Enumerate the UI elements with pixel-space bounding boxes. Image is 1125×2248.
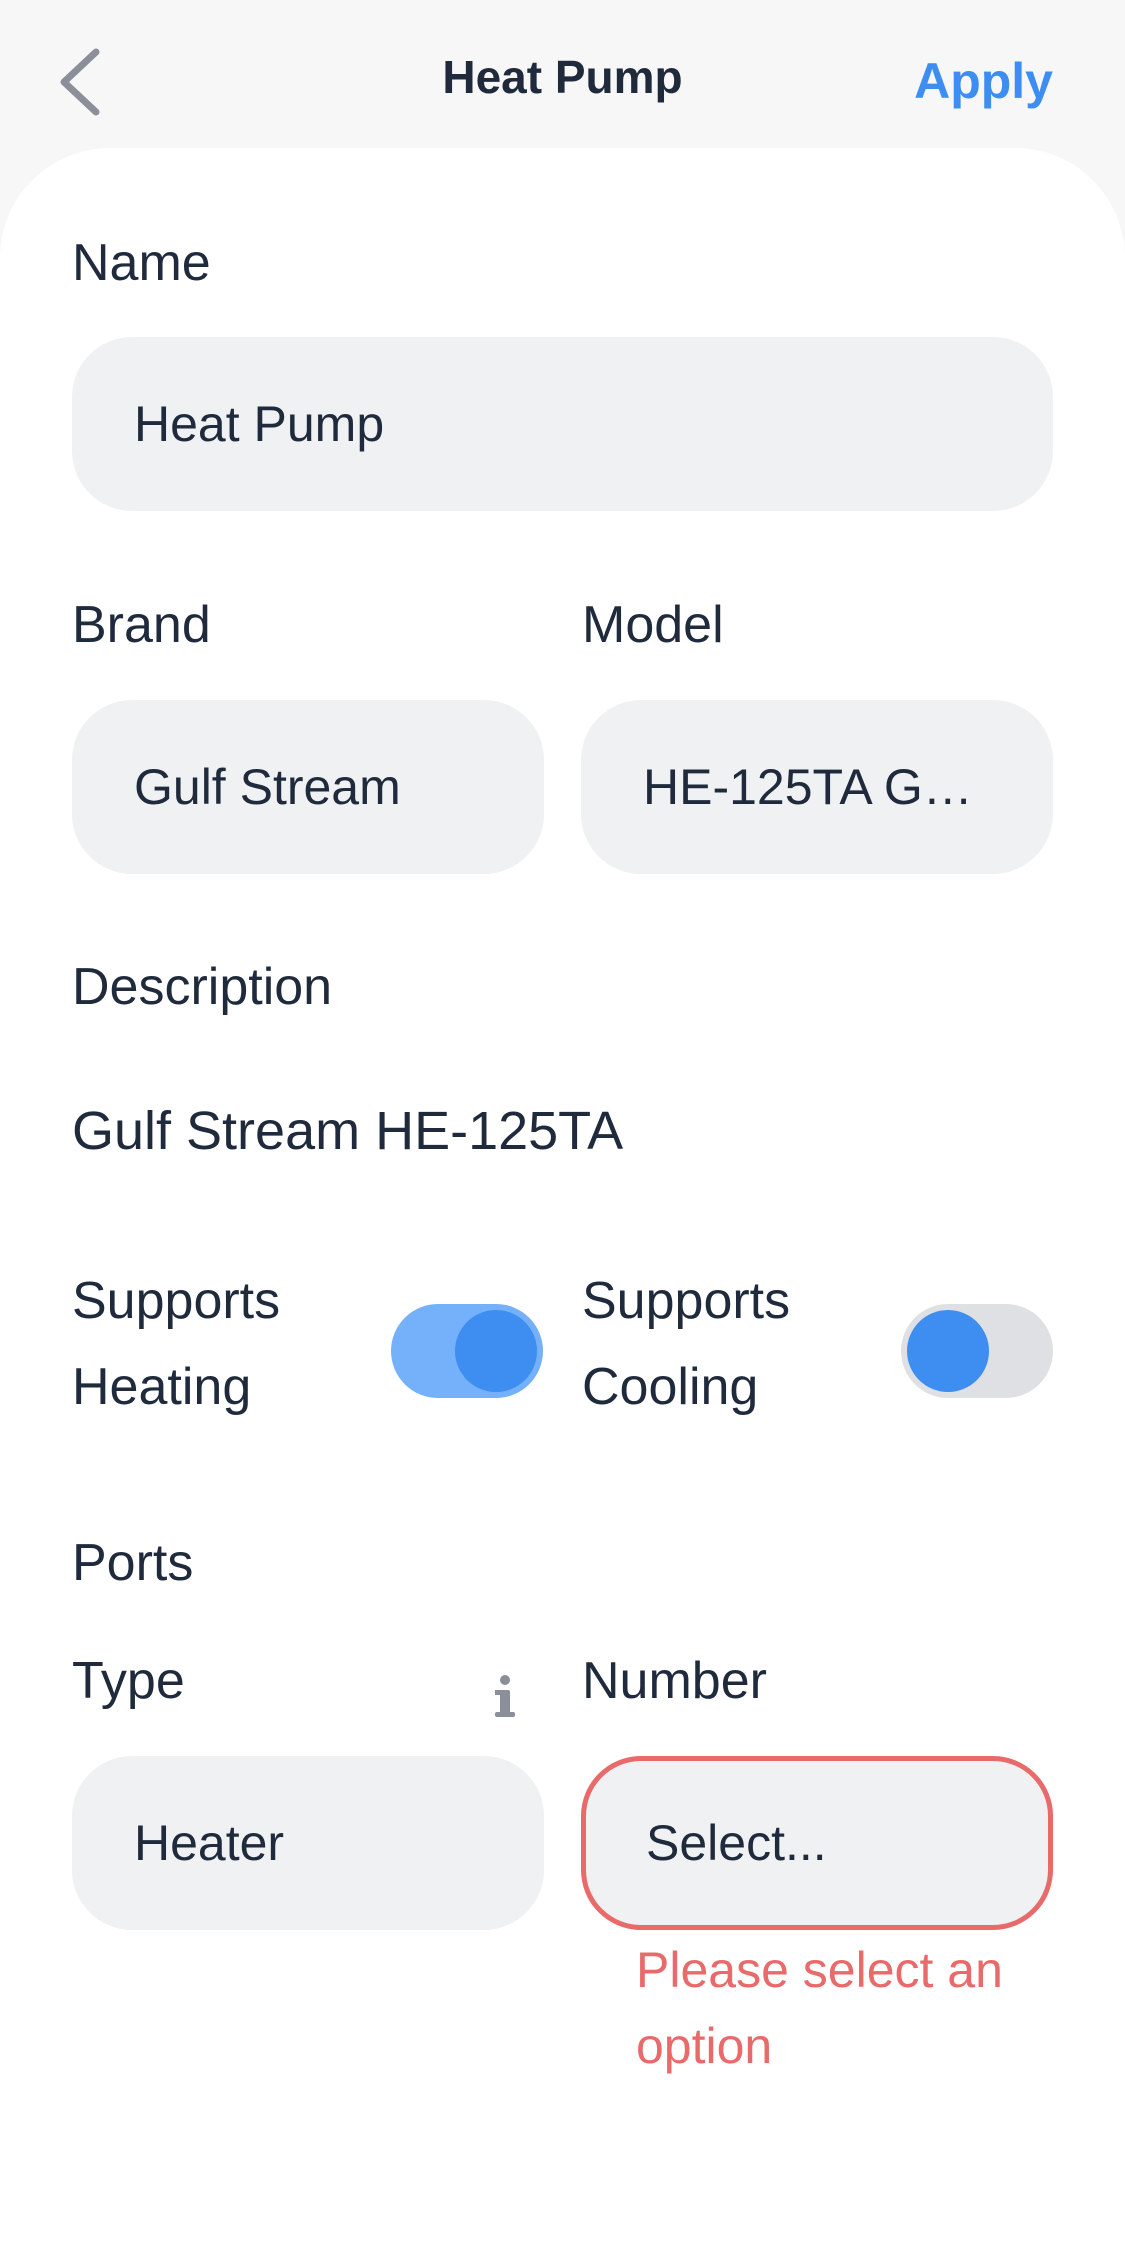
toggle-knob: [907, 1310, 989, 1392]
name-field[interactable]: Heat Pump: [72, 337, 1053, 511]
brand-value: Gulf Stream: [134, 759, 401, 815]
apply-button[interactable]: Apply: [914, 52, 1053, 110]
info-icon[interactable]: [490, 1672, 520, 1722]
type-label: Type: [72, 1652, 185, 1710]
model-value: HE-125TA Gulf Stream: [643, 759, 1053, 815]
description-label: Description: [72, 958, 333, 1016]
supports-cooling-line1: Supports: [582, 1272, 791, 1330]
port-type-select[interactable]: Heater: [72, 1756, 544, 1930]
model-field[interactable]: HE-125TA Gulf Stream: [581, 700, 1053, 874]
brand-field[interactable]: Gulf Stream: [72, 700, 544, 874]
supports-heating-label: Supports Heating: [72, 1258, 280, 1430]
supports-heating-line1: Supports: [72, 1272, 281, 1330]
number-label: Number: [582, 1652, 767, 1710]
port-number-select[interactable]: Select...: [581, 1756, 1053, 1930]
model-label: Model: [582, 596, 724, 654]
supports-heating-line2: Heating: [72, 1358, 252, 1416]
name-label: Name: [72, 234, 211, 292]
port-number-placeholder: Select...: [646, 1815, 827, 1871]
ports-heading: Ports: [72, 1534, 194, 1592]
port-type-value: Heater: [134, 1815, 285, 1871]
supports-heating-toggle[interactable]: [391, 1304, 543, 1398]
supports-cooling-line2: Cooling: [582, 1358, 759, 1416]
header-bar: Heat Pump Apply: [0, 0, 1125, 170]
description-value: Gulf Stream HE-125TA: [72, 1101, 624, 1161]
port-number-error: Please select an option: [636, 1942, 1003, 2074]
toggle-knob: [455, 1310, 537, 1392]
supports-cooling-toggle[interactable]: [901, 1304, 1053, 1398]
brand-label: Brand: [72, 596, 211, 654]
supports-cooling-label: Supports Cooling: [582, 1258, 790, 1430]
name-value: Heat Pump: [134, 396, 385, 452]
